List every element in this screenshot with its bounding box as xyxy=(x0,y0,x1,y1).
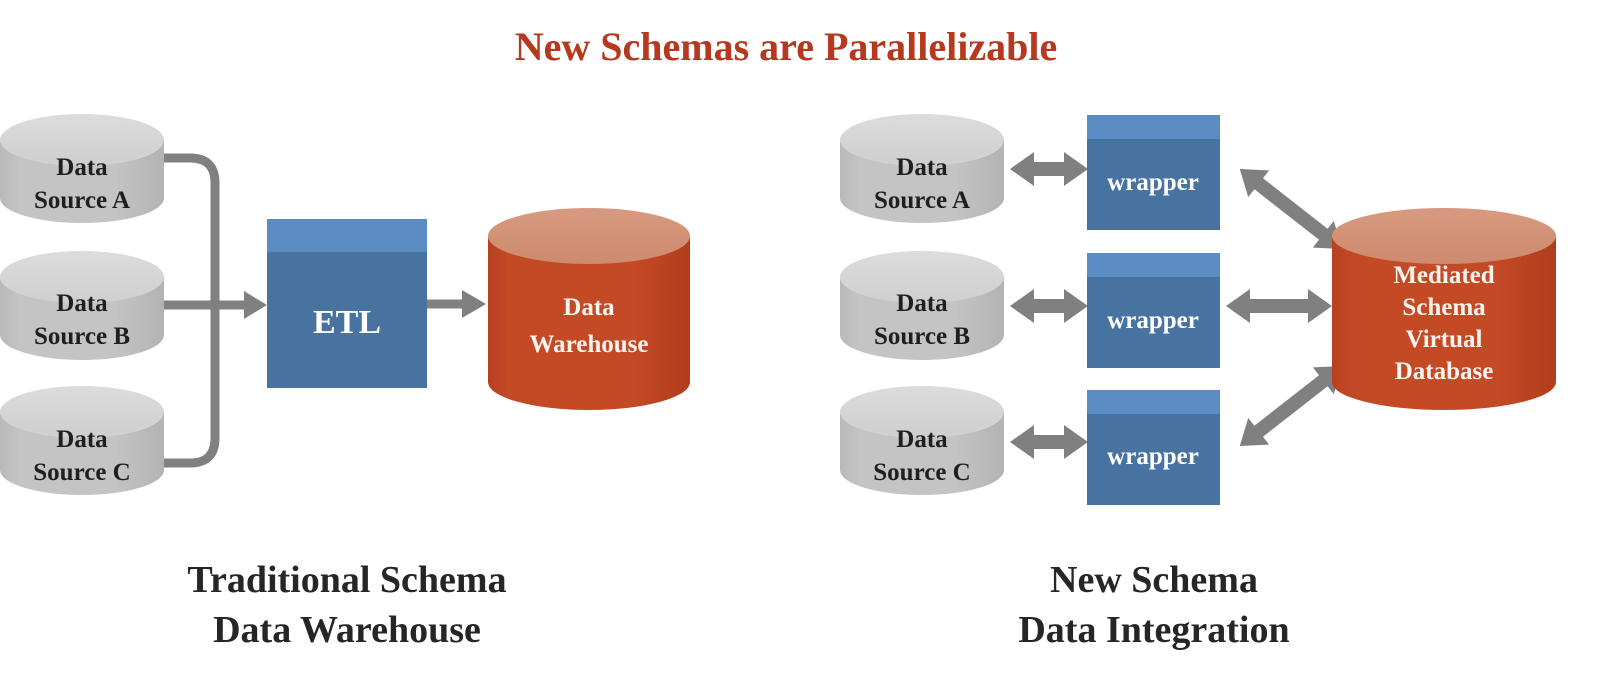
left-data-source-a: Data Source A xyxy=(0,114,164,223)
wrapper-box-3: wrapper xyxy=(1087,390,1220,505)
right-source-b-line1: Data xyxy=(896,290,948,317)
left-source-a-line1: Data xyxy=(56,154,108,181)
mediated-line2: Schema xyxy=(1402,294,1486,321)
source-c-wrapper-arrow xyxy=(1010,425,1088,459)
left-connector-group xyxy=(160,153,267,468)
source-b-wrapper-arrow xyxy=(1010,289,1088,323)
mediated-line1: Mediated xyxy=(1393,262,1494,289)
left-caption-line2: Data Warehouse xyxy=(213,609,481,651)
etl-box: ETL xyxy=(267,219,427,388)
mediated-line3: Virtual xyxy=(1406,326,1483,353)
left-source-c-line1: Data xyxy=(56,426,108,453)
etl-to-warehouse-arrow xyxy=(427,290,486,318)
right-source-c-line1: Data xyxy=(896,426,948,453)
left-source-c-line2: Source C xyxy=(33,459,130,486)
wrapper-box-1: wrapper xyxy=(1087,115,1220,230)
mediated-line4: Database xyxy=(1395,358,1494,385)
right-data-source-a: Data Source A xyxy=(840,114,1004,223)
page-title: New Schemas are Parallelizable xyxy=(515,24,1057,69)
left-source-a-line2: Source A xyxy=(34,187,130,214)
right-source-a-line2: Source A xyxy=(874,187,970,214)
left-source-b-line1: Data xyxy=(56,290,108,317)
right-caption-line1: New Schema xyxy=(1050,559,1258,601)
left-data-source-b: Data Source B xyxy=(0,251,164,360)
data-warehouse-line1: Data xyxy=(563,294,615,321)
right-source-a-line1: Data xyxy=(896,154,948,181)
wrapper-2-mediated-arrow xyxy=(1226,289,1332,323)
left-source-b-line2: Source B xyxy=(34,323,130,350)
left-caption-line1: Traditional Schema xyxy=(187,559,506,601)
right-data-source-b: Data Source B xyxy=(840,251,1004,360)
wrapper-1-label: wrapper xyxy=(1107,169,1199,196)
data-warehouse-cylinder: Data Warehouse xyxy=(488,208,690,410)
right-caption-line2: Data Integration xyxy=(1018,609,1289,651)
diagram-svg: New Schemas are Parallelizable Data Sour… xyxy=(0,24,1556,651)
wrapper-box-2: wrapper xyxy=(1087,253,1220,368)
etl-box-label: ETL xyxy=(313,304,381,341)
source-a-wrapper-arrow xyxy=(1010,152,1088,186)
right-source-c-line2: Source C xyxy=(873,459,970,486)
wrapper-3-label: wrapper xyxy=(1107,443,1199,470)
data-warehouse-line2: Warehouse xyxy=(530,331,649,358)
right-data-source-c: Data Source C xyxy=(840,386,1004,495)
left-data-source-c: Data Source C xyxy=(0,386,164,495)
right-source-b-line2: Source B xyxy=(874,323,970,350)
diagram-canvas: New Schemas are Parallelizable Data Sour… xyxy=(0,0,1600,689)
wrapper-2-label: wrapper xyxy=(1107,307,1199,334)
mediated-schema-cylinder: Mediated Schema Virtual Database xyxy=(1332,208,1556,410)
